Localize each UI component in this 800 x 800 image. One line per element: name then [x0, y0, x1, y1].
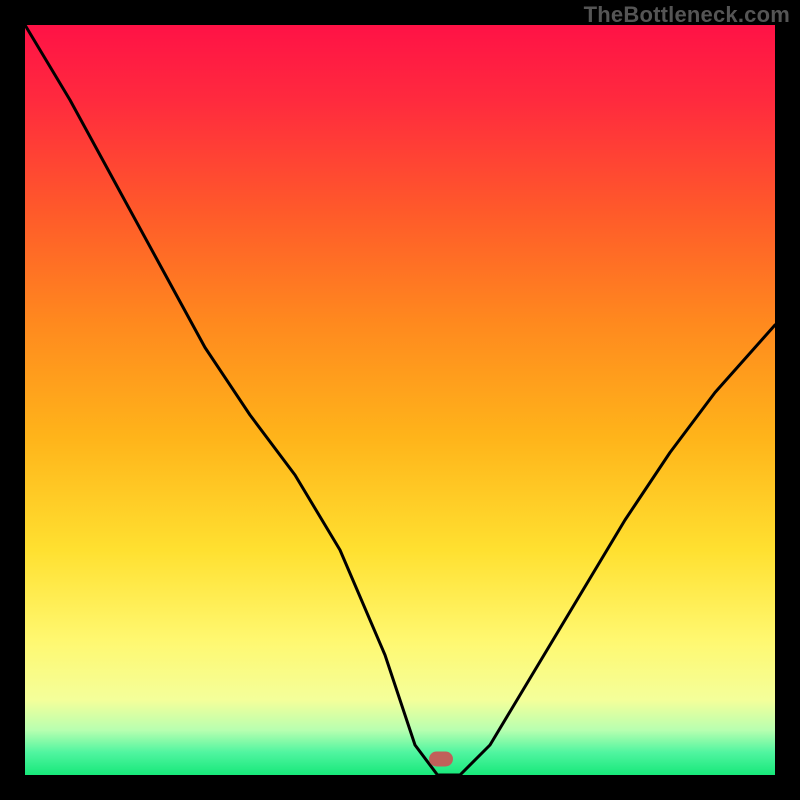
bottleneck-curve — [25, 25, 775, 775]
watermark-text: TheBottleneck.com — [584, 2, 790, 28]
chart-frame: TheBottleneck.com — [0, 0, 800, 800]
optimal-marker — [429, 751, 453, 766]
plot-area — [25, 25, 775, 775]
